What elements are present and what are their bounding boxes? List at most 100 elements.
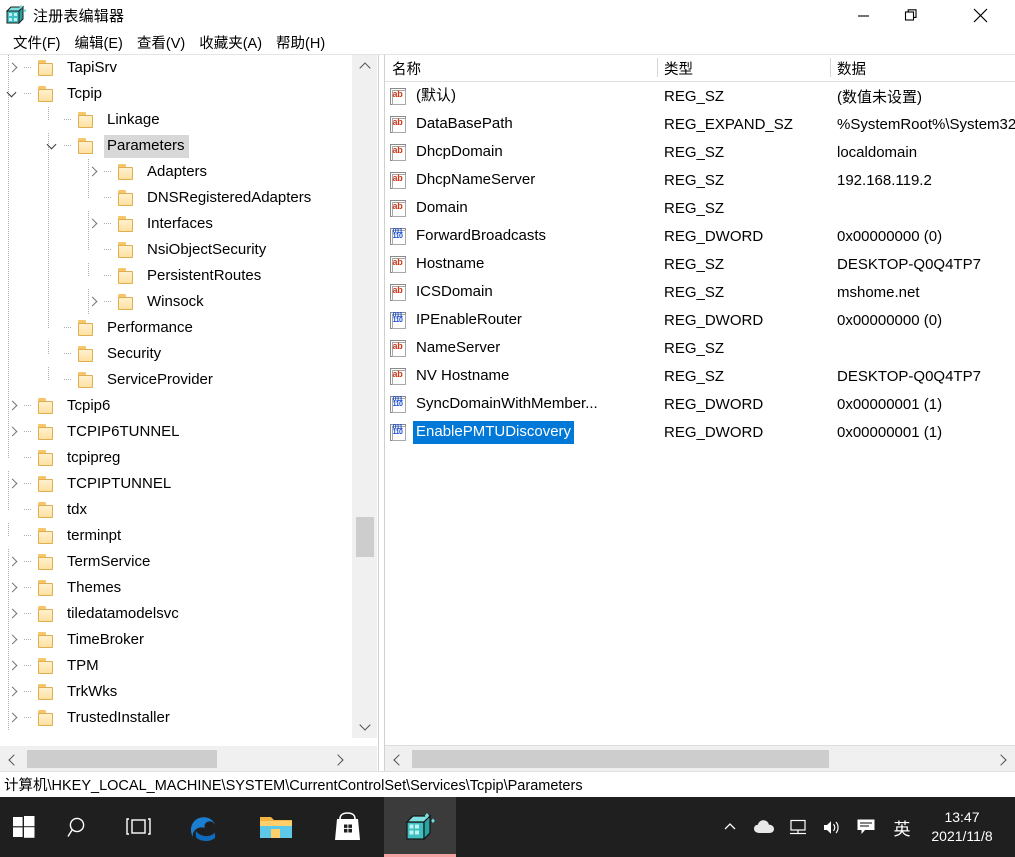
value-data: %SystemRoot%\System32\drivers\etc bbox=[837, 115, 1015, 133]
tree-item[interactable]: DNSRegisteredAdapters bbox=[0, 185, 352, 211]
tree-item[interactable]: terminpt bbox=[0, 523, 352, 549]
value-row[interactable]: ab DhcpNameServer REG_SZ 192.168.119.2 bbox=[385, 166, 1015, 194]
collapse-chevron-icon[interactable] bbox=[0, 81, 24, 107]
taskbar-app-registry-editor[interactable] bbox=[384, 797, 456, 857]
network-icon[interactable] bbox=[781, 797, 815, 857]
tree-item[interactable]: tiledatamodelsvc bbox=[0, 601, 352, 627]
close-button[interactable] bbox=[957, 0, 1003, 30]
tree-item[interactable]: Parameters bbox=[0, 133, 352, 159]
column-header-data[interactable]: 数据 bbox=[830, 55, 1015, 81]
tree-item[interactable]: Security bbox=[0, 341, 352, 367]
task-view-icon[interactable] bbox=[108, 797, 168, 857]
tree-vertical-scrollbar[interactable] bbox=[351, 55, 377, 738]
input-language-indicator[interactable]: 英 bbox=[883, 797, 921, 857]
scroll-right-button[interactable] bbox=[326, 746, 352, 771]
tree-item[interactable]: TimeBroker bbox=[0, 627, 352, 653]
tree-item[interactable]: TCPIPTUNNEL bbox=[0, 471, 352, 497]
tree-horizontal-scroll-thumb[interactable] bbox=[27, 750, 217, 768]
expand-chevron-icon[interactable] bbox=[0, 705, 24, 731]
menu-favorites[interactable]: 收藏夹(A) bbox=[192, 30, 269, 55]
tree-item[interactable]: Themes bbox=[0, 575, 352, 601]
pane-splitter[interactable] bbox=[378, 55, 385, 771]
value-row[interactable]: ab ICSDomain REG_SZ mshome.net bbox=[385, 278, 1015, 306]
expand-chevron-icon[interactable] bbox=[0, 575, 24, 601]
menu-edit[interactable]: 编辑(E) bbox=[68, 30, 130, 55]
clock[interactable]: 13:47 2021/11/8 bbox=[921, 797, 1007, 857]
tree-item[interactable]: TPM bbox=[0, 653, 352, 679]
expand-chevron-icon[interactable] bbox=[0, 471, 24, 497]
expand-chevron-icon[interactable] bbox=[0, 627, 24, 653]
column-header-name[interactable]: 名称 bbox=[385, 55, 657, 81]
folder-icon bbox=[38, 710, 57, 726]
tree-item[interactable]: Tcpip6 bbox=[0, 393, 352, 419]
scroll-up-button[interactable] bbox=[352, 55, 377, 79]
volume-icon[interactable] bbox=[815, 797, 849, 857]
value-row[interactable]: ab Domain REG_SZ bbox=[385, 194, 1015, 222]
tree-item[interactable]: Tcpip bbox=[0, 81, 352, 107]
tree-item[interactable]: Winsock bbox=[0, 289, 352, 315]
start-button[interactable] bbox=[0, 797, 48, 857]
values-scroll-right-button[interactable] bbox=[989, 746, 1015, 771]
folder-icon bbox=[78, 320, 97, 336]
taskbar-app-microsoft-store[interactable] bbox=[312, 797, 384, 857]
search-icon[interactable] bbox=[48, 797, 108, 857]
tree-item[interactable]: TrustedInstaller bbox=[0, 705, 352, 731]
taskbar-app-edge[interactable] bbox=[168, 797, 240, 857]
values-horizontal-scroll-thumb[interactable] bbox=[412, 750, 829, 768]
action-center-icon[interactable] bbox=[849, 797, 883, 857]
tree-item[interactable]: Performance bbox=[0, 315, 352, 341]
menu-file[interactable]: 文件(F) bbox=[6, 30, 68, 55]
expand-chevron-icon[interactable] bbox=[0, 679, 24, 705]
value-row[interactable]: 011 110 ForwardBroadcasts REG_DWORD 0x000000… bbox=[385, 222, 1015, 250]
tree-item[interactable]: NsiObjectSecurity bbox=[0, 237, 352, 263]
tree-item[interactable]: ServiceProvider bbox=[0, 367, 352, 393]
tree-item[interactable]: TapiSrv bbox=[0, 55, 352, 81]
tree-vertical-scroll-thumb[interactable] bbox=[356, 517, 374, 557]
onedrive-icon[interactable] bbox=[747, 797, 781, 857]
tree-horizontal-scrollbar[interactable] bbox=[0, 745, 377, 771]
value-row[interactable]: 011 110 SyncDomainWithMember... REG_DWORD 0x… bbox=[385, 390, 1015, 418]
tree-item[interactable]: tdx bbox=[0, 497, 352, 523]
minimize-button[interactable] bbox=[840, 0, 886, 30]
expand-chevron-icon[interactable] bbox=[80, 289, 104, 315]
column-header-type[interactable]: 类型 bbox=[657, 55, 830, 81]
expand-chevron-icon[interactable] bbox=[0, 653, 24, 679]
show-hidden-icons-chevron[interactable] bbox=[713, 797, 747, 857]
value-row[interactable]: ab DataBasePath REG_EXPAND_SZ %SystemRoot%\… bbox=[385, 110, 1015, 138]
menu-help[interactable]: 帮助(H) bbox=[269, 30, 332, 55]
tree-item[interactable]: PersistentRoutes bbox=[0, 263, 352, 289]
expand-chevron-icon[interactable] bbox=[0, 393, 24, 419]
value-row[interactable]: 011 110 IPEnableRouter REG_DWORD 0x00000000 … bbox=[385, 306, 1015, 334]
tree-item[interactable]: TermService bbox=[0, 549, 352, 575]
tree-item[interactable]: TrkWks bbox=[0, 679, 352, 705]
value-row[interactable]: 011 110 EnablePMTUDiscovery REG_DWORD 0x0000… bbox=[385, 418, 1015, 446]
value-row[interactable]: ab (默认) REG_SZ (数值未设置) bbox=[385, 82, 1015, 110]
tree-item[interactable]: Interfaces bbox=[0, 211, 352, 237]
registry-tree[interactable]: TapiSrv Tcpip Linkage Parameters Adapters DNS… bbox=[0, 55, 352, 738]
expand-chevron-icon[interactable] bbox=[0, 549, 24, 575]
expand-chevron-icon[interactable] bbox=[0, 55, 24, 81]
expand-chevron-icon[interactable] bbox=[80, 211, 104, 237]
values-scroll-left-button[interactable] bbox=[385, 746, 411, 771]
expand-chevron-icon[interactable] bbox=[0, 601, 24, 627]
menu-view[interactable]: 查看(V) bbox=[130, 30, 192, 55]
registry-values-list[interactable]: ab (默认) REG_SZ (数值未设置) ab DataBasePath REG_EXP… bbox=[385, 82, 1015, 745]
collapse-chevron-icon[interactable] bbox=[40, 133, 64, 159]
values-horizontal-scrollbar[interactable] bbox=[385, 745, 1015, 771]
expand-chevron-icon[interactable] bbox=[80, 159, 104, 185]
expand-chevron-icon[interactable] bbox=[0, 419, 24, 445]
scroll-left-button[interactable] bbox=[0, 746, 26, 771]
tree-item[interactable]: Linkage bbox=[0, 107, 352, 133]
tree-item[interactable]: Adapters bbox=[0, 159, 352, 185]
scroll-down-button[interactable] bbox=[352, 714, 377, 738]
value-row[interactable]: ab Hostname REG_SZ DESKTOP-Q0Q4TP7 bbox=[385, 250, 1015, 278]
tree-connector bbox=[64, 367, 78, 393]
value-row[interactable]: ab DhcpDomain REG_SZ localdomain bbox=[385, 138, 1015, 166]
value-row[interactable]: ab NV Hostname REG_SZ DESKTOP-Q0Q4TP7 bbox=[385, 362, 1015, 390]
tree-connector bbox=[104, 185, 118, 211]
taskbar-app-file-explorer[interactable] bbox=[240, 797, 312, 857]
restore-button[interactable] bbox=[888, 0, 934, 30]
tree-item[interactable]: TCPIP6TUNNEL bbox=[0, 419, 352, 445]
tree-item[interactable]: tcpipreg bbox=[0, 445, 352, 471]
value-row[interactable]: ab NameServer REG_SZ bbox=[385, 334, 1015, 362]
